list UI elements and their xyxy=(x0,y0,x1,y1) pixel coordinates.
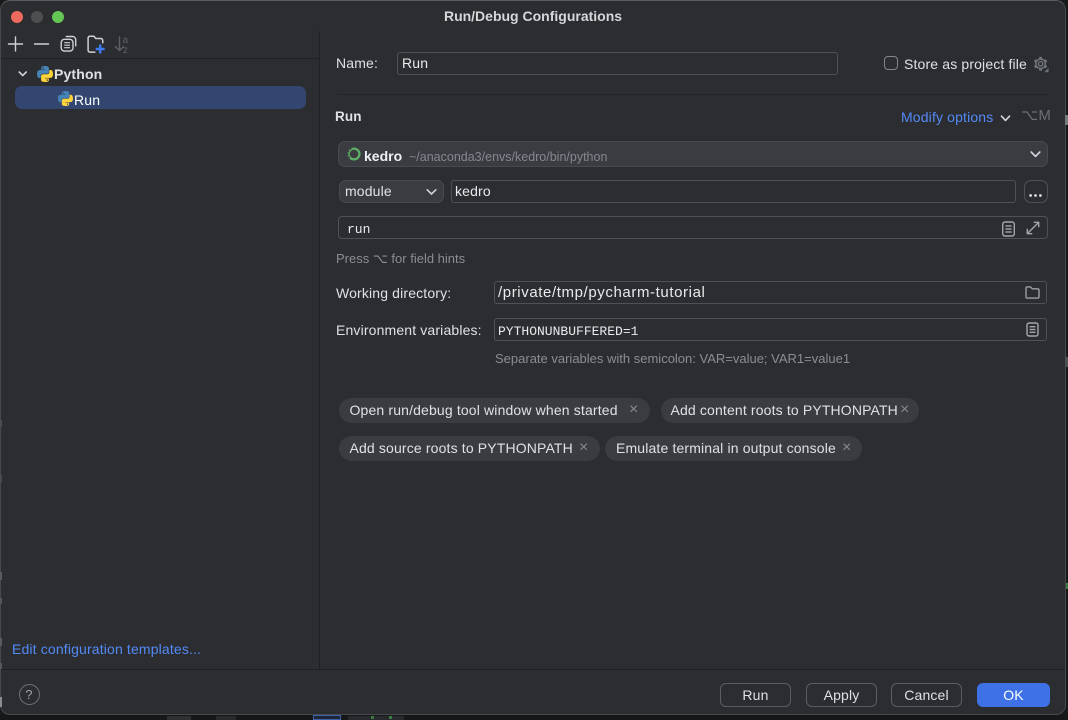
svg-text:z: z xyxy=(123,45,128,56)
